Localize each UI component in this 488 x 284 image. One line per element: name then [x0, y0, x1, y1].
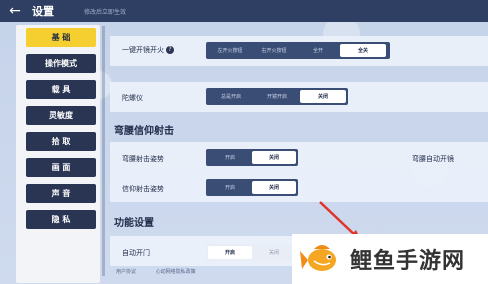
- header-hint: 修改后立即生效: [84, 8, 127, 16]
- back-button[interactable]: ←: [0, 0, 30, 22]
- section-title-function: 功能设置: [114, 218, 154, 229]
- hip-fire-posture-option-off[interactable]: 关闭: [252, 151, 296, 164]
- sidebar-item-sound[interactable]: 声 音: [26, 184, 96, 203]
- gyroscope-selector: 总是开启 开镜开启 关闭: [206, 88, 348, 105]
- top-bar: ← 设置 修改后立即生效: [0, 0, 488, 22]
- gyroscope-option-scope[interactable]: 开镜开启: [254, 90, 300, 103]
- auto-fire-option-left[interactable]: 左开火按钮: [208, 44, 252, 57]
- watermark-text: 鲤鱼手游网: [350, 249, 466, 274]
- sidebar-item-privacy[interactable]: 隐 私: [26, 210, 96, 229]
- gyroscope-label: 陀螺仪: [122, 94, 143, 102]
- privacy-policy-link[interactable]: 心动网络隐私政策: [156, 269, 196, 275]
- auto-door-option-off[interactable]: 关闭: [252, 246, 296, 259]
- sidebar-item-sensitivity[interactable]: 灵敏度: [26, 106, 96, 125]
- auto-fire-label: 一键开镜开火?: [122, 45, 174, 55]
- setting-group-hip-fire: 弯腰射击姿势 开启 关闭 弯腰自动开镜 信仰射击姿势 开启 关闭: [110, 142, 488, 202]
- faith-fire-posture-option-off[interactable]: 关闭: [252, 181, 296, 194]
- auto-fire-selector: 左开火按钮 右开火按钮 全开 全关: [206, 42, 390, 59]
- auto-fire-option-all-on[interactable]: 全开: [296, 44, 340, 57]
- scrollbar[interactable]: [102, 26, 105, 276]
- auto-fire-option-right[interactable]: 右开火按钮: [252, 44, 296, 57]
- auto-door-option-on[interactable]: 开启: [208, 246, 252, 259]
- auto-door-label: 自动开门: [122, 249, 150, 257]
- faith-fire-posture-selector: 开启 关闭: [206, 179, 298, 196]
- sidebar-item-pickup[interactable]: 拾 取: [26, 132, 96, 151]
- gyroscope-option-off[interactable]: 关闭: [300, 90, 346, 103]
- carp-fish-icon: [300, 245, 336, 271]
- sidebar-item-control-mode[interactable]: 操作模式: [26, 54, 96, 73]
- sidebar-item-graphics[interactable]: 画 面: [26, 158, 96, 177]
- user-agreement-link[interactable]: 用户协议: [116, 269, 136, 275]
- sidebar-item-vehicle[interactable]: 载 具: [26, 80, 96, 99]
- auto-door-selector: 开启 关闭: [206, 244, 298, 261]
- help-icon[interactable]: ?: [166, 46, 174, 54]
- hip-fire-posture-option-on[interactable]: 开启: [208, 151, 252, 164]
- setting-row-auto-fire: 一键开镜开火? 左开火按钮 右开火按钮 全开 全关: [110, 36, 488, 66]
- arrow-left-icon: ←: [9, 3, 21, 19]
- sidebar-item-basic[interactable]: 基 础: [26, 28, 96, 47]
- section-title-hip-fire: 弯腰信仰射击: [114, 126, 174, 137]
- auto-fire-option-all-off[interactable]: 全关: [340, 44, 386, 57]
- setting-row-gyroscope: 陀螺仪 总是开启 开镜开启 关闭: [110, 82, 488, 112]
- hip-fire-posture-label: 弯腰射击姿势: [122, 155, 164, 163]
- sidebar: 基 础 操作模式 载 具 灵敏度 拾 取 画 面 声 音 隐 私: [0, 22, 100, 284]
- faith-fire-posture-option-on[interactable]: 开启: [208, 181, 252, 194]
- gyroscope-option-always[interactable]: 总是开启: [208, 90, 254, 103]
- page-title: 设置: [32, 5, 54, 18]
- auto-scope-label: 弯腰自动开镜: [412, 155, 454, 163]
- hip-fire-posture-selector: 开启 关闭: [206, 149, 298, 166]
- faith-fire-posture-label: 信仰射击姿势: [122, 185, 164, 193]
- watermark: 鲤鱼手游网: [292, 234, 488, 284]
- footer-links: 用户协议 心动网络隐私政策: [116, 268, 214, 275]
